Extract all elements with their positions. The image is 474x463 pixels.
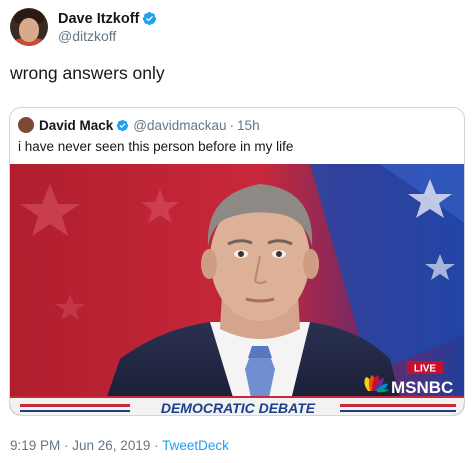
separator-dot: · bbox=[229, 117, 235, 133]
author-names: Dave Itzkoff @ditzkoff bbox=[58, 11, 157, 44]
debate-banner: DEMOCRATIC DEBATE bbox=[161, 400, 316, 416]
live-badge: LIVE bbox=[414, 364, 437, 375]
tweet-text: wrong answers only bbox=[10, 63, 165, 83]
tweet-header: Dave Itzkoff @ditzkoff bbox=[10, 8, 157, 46]
quoted-tweet-time: 15h bbox=[237, 117, 260, 133]
author-display-name[interactable]: Dave Itzkoff bbox=[58, 11, 139, 27]
quoted-tweet-card[interactable]: David Mack @davidmackau · 15h i have nev… bbox=[9, 107, 465, 416]
quoted-author-avatar bbox=[18, 117, 34, 133]
author-avatar[interactable] bbox=[10, 8, 48, 46]
tweet-footer: 9:19 PM · Jun 26, 2019 · TweetDeck bbox=[10, 438, 229, 453]
quoted-tweet-text: i have never seen this person before in … bbox=[18, 139, 294, 154]
verified-badge-icon bbox=[143, 11, 157, 26]
tweet-timestamp[interactable]: 9:19 PM · Jun 26, 2019 · bbox=[10, 438, 162, 453]
verified-badge-icon bbox=[117, 119, 129, 131]
debate-broadcast-frame: LIVE MSNBC DEMOCRATIC DEBATE bbox=[10, 164, 464, 416]
quoted-tweet-video[interactable]: LIVE MSNBC DEMOCRATIC DEBATE bbox=[10, 164, 464, 416]
quoted-author-display-name: David Mack bbox=[39, 117, 114, 133]
network-logo: MSNBC bbox=[391, 378, 453, 397]
tweet-source-link[interactable]: TweetDeck bbox=[162, 438, 229, 453]
author-handle[interactable]: @ditzkoff bbox=[58, 28, 157, 44]
quoted-tweet-header: David Mack @davidmackau · 15h bbox=[18, 117, 260, 133]
quoted-author-handle: @davidmackau bbox=[133, 117, 227, 133]
